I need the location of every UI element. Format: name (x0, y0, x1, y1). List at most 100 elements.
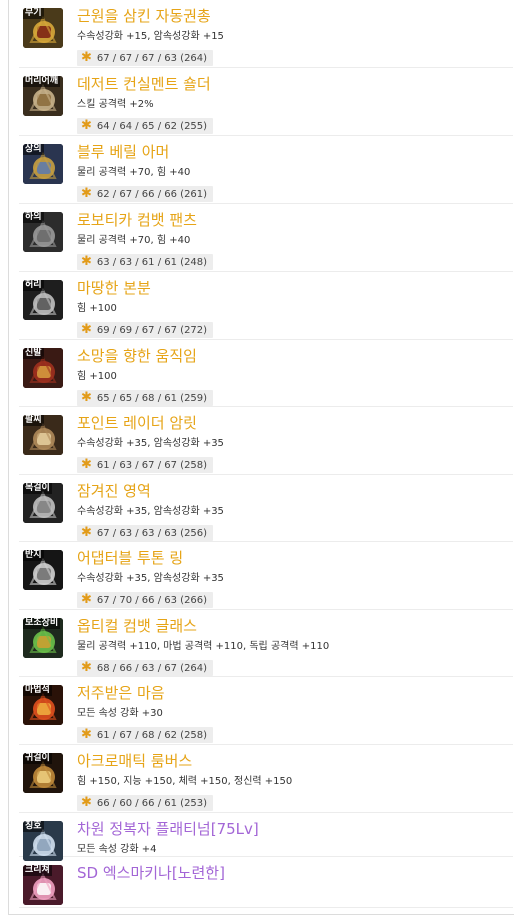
slot-label: 칭호 (23, 821, 44, 832)
earring-icon[interactable]: 귀걸이 (23, 753, 63, 793)
star-icon: ✱ (81, 50, 92, 65)
reinforce-stats-badge: ✱ 68 / 66 / 63 / 67 (264) (77, 660, 214, 676)
reinforce-stats-badge: ✱ 61 / 63 / 67 / 67 (258) (77, 457, 214, 473)
item-name[interactable]: 블루 베릴 아머 (77, 142, 169, 162)
item-options: 물리 공격력 +70, 힘 +40 (77, 235, 191, 246)
equipment-row[interactable]: 팔찌 포인트 레이더 암릿수속성강화 +35, 암속성강화 +35 ✱ 61 / 63… (19, 407, 513, 475)
equipment-row[interactable]: 무기 근원을 삼킨 자동권총수속성강화 +15, 암속성강화 +15 ✱ 67 / 6… (19, 0, 513, 68)
slot-label: 신발 (23, 348, 44, 359)
item-options: 물리 공격력 +110, 마법 공격력 +110, 독립 공격력 +110 (77, 641, 330, 652)
item-name[interactable]: 마땅한 본분 (77, 278, 151, 298)
star-icon: ✱ (81, 795, 92, 810)
slot-label: 크리쳐 (23, 865, 52, 876)
slot-label: 귀걸이 (23, 753, 52, 764)
shoes-icon[interactable]: 신발 (23, 348, 63, 388)
item-options: 힘 +100 (77, 303, 117, 314)
reinforce-stats-badge: ✱ 64 / 64 / 65 / 62 (255) (77, 118, 214, 134)
bracelet-icon[interactable]: 팔찌 (23, 415, 63, 455)
slot-label: 무기 (23, 8, 44, 19)
star-icon: ✱ (81, 118, 92, 133)
item-options: 물리 공격력 +70, 힘 +40 (77, 167, 191, 178)
item-name[interactable]: SD 엑스마키나[노련한] (77, 863, 225, 883)
slot-label: 보조장비 (23, 618, 61, 629)
belt-icon[interactable]: 허리 (23, 280, 63, 320)
slot-label: 마법석 (23, 685, 52, 696)
item-name[interactable]: 데저트 컨실멘트 숄더 (77, 74, 211, 94)
reinforce-stats-badge: ✱ 69 / 69 / 67 / 67 (272) (77, 322, 214, 338)
equipment-row[interactable]: 머리어깨 데저트 컨실멘트 숄더스킬 공격력 +2% ✱ 64 / 64 / 65 /… (19, 68, 513, 136)
reinforce-stats-badge: ✱ 67 / 67 / 67 / 63 (264) (77, 50, 214, 66)
equipment-row[interactable]: 허리 마땅한 본분힘 +100 ✱ 69 / 69 / 67 / 67 (272) (19, 272, 513, 340)
reinforce-stats-badge: ✱ 67 / 70 / 66 / 63 (266) (77, 592, 214, 608)
equipment-row[interactable]: 목걸이 잠겨진 영역 수속성강화 +35, 암속성강화 +35 ✱ 67 / 63 / … (19, 475, 513, 542)
item-name[interactable]: 차원 정복자 플래티넘[75Lv] (77, 819, 259, 839)
slot-label: 반지 (23, 550, 44, 561)
stats-value: 61 / 67 / 68 / 62 (258) (96, 730, 208, 741)
stats-value: 67 / 67 / 67 / 63 (264) (96, 53, 208, 64)
shoulder-icon[interactable]: 머리어깨 (23, 76, 63, 116)
slot-label: 상의 (23, 144, 44, 155)
reinforce-stats-badge: ✱ 61 / 67 / 68 / 62 (258) (77, 727, 214, 743)
equipment-row[interactable]: 보조장비 옵티컬 컴뱃 글래스물리 공격력 +110, 마법 공격력 +110, … (19, 610, 513, 677)
star-icon: ✱ (81, 457, 92, 472)
reinforce-stats-badge: ✱ 66 / 60 / 66 / 61 (253) (77, 795, 214, 811)
item-name[interactable]: 저주받은 마음 (77, 683, 165, 703)
item-name[interactable]: 소망을 향한 움직임 (77, 346, 197, 366)
item-name[interactable]: 포인트 레이더 암릿 (77, 413, 197, 433)
equipment-row[interactable]: 마법석 저주받은 마음모든 속성 강화 +30 ✱ 61 / 67 / 68 / 62… (19, 677, 513, 745)
star-icon: ✱ (81, 322, 92, 337)
top-armor-icon[interactable]: 상의 (23, 144, 63, 184)
slot-label: 허리 (23, 280, 44, 291)
equipment-row[interactable]: 크리쳐 SD 엑스마키나[노련한] (19, 857, 513, 908)
stats-value: 65 / 65 / 68 / 61 (259) (96, 393, 208, 404)
item-name[interactable]: 아크로매틱 룸버스 (77, 751, 192, 771)
reinforce-stats-badge: ✱ 65 / 65 / 68 / 61 (259) (77, 390, 214, 406)
reinforce-stats-badge: ✱ 62 / 67 / 66 / 66 (261) (77, 186, 214, 202)
reinforce-stats-badge: ✱ 63 / 63 / 61 / 61 (248) (77, 254, 214, 270)
magic-stone-icon[interactable]: 마법석 (23, 685, 63, 725)
item-options: 모든 속성 강화 +30 (77, 708, 163, 719)
star-icon: ✱ (81, 186, 92, 201)
item-options: 모든 속성 강화 +4 (77, 844, 157, 855)
stats-value: 66 / 60 / 66 / 61 (253) (96, 798, 208, 809)
item-name[interactable]: 옵티컬 컴뱃 글래스 (77, 616, 197, 636)
item-name[interactable]: 어댑터블 투톤 링 (77, 548, 183, 568)
star-icon: ✱ (81, 525, 92, 540)
equipment-row[interactable]: 반지 어댑터블 투톤 링수속성강화 +35, 암속성강화 +35 ✱ 67 / 70 … (19, 542, 513, 610)
pants-icon[interactable]: 하의 (23, 212, 63, 252)
equipment-panel: 무기 근원을 삼킨 자동권총수속성강화 +15, 암속성강화 +15 ✱ 67 / 6… (8, 0, 514, 915)
weapon-icon[interactable]: 무기 (23, 8, 63, 48)
item-name[interactable]: 근원을 삼킨 자동권총 (77, 6, 211, 26)
equipment-row[interactable]: 칭호 차원 정복자 플래티넘[75Lv] 모든 속성 강화 +4 (19, 813, 513, 861)
equipment-row[interactable]: 귀걸이 아크로매틱 룸버스 힘 +150, 지능 +150, 체력 +150, 정신… (19, 745, 513, 813)
necklace-icon[interactable]: 목걸이 (23, 483, 63, 523)
sub-equipment-icon[interactable]: 보조장비 (23, 618, 63, 658)
stats-value: 64 / 64 / 65 / 62 (255) (96, 121, 208, 132)
item-options: 수속성강화 +15, 암속성강화 +15 (77, 31, 224, 42)
star-icon: ✱ (81, 592, 92, 607)
item-options: 스킬 공격력 +2% (77, 99, 154, 110)
star-icon: ✱ (81, 390, 92, 405)
item-options: 힘 +100 (77, 371, 117, 382)
stats-value: 67 / 70 / 66 / 63 (266) (96, 595, 208, 606)
stats-value: 61 / 63 / 67 / 67 (258) (96, 460, 208, 471)
slot-label: 목걸이 (23, 483, 52, 494)
item-options: 수속성강화 +35, 암속성강화 +35 (77, 573, 224, 584)
slot-label: 하의 (23, 212, 44, 223)
title-icon[interactable]: 칭호 (23, 821, 63, 861)
stats-value: 62 / 67 / 66 / 66 (261) (96, 189, 208, 200)
item-name[interactable]: 잠겨진 영역 (77, 481, 151, 501)
stats-value: 63 / 63 / 61 / 61 (248) (96, 257, 208, 268)
stats-value: 67 / 63 / 63 / 63 (256) (96, 528, 208, 539)
ring-icon[interactable]: 반지 (23, 550, 63, 590)
item-options: 수속성강화 +35, 암속성강화 +35 (77, 438, 224, 449)
star-icon: ✱ (81, 727, 92, 742)
item-name[interactable]: 로보티카 컴뱃 팬츠 (77, 210, 197, 230)
equipment-row[interactable]: 하의 로보티카 컴뱃 팬츠물리 공격력 +70, 힘 +40 ✱ 63 / 63 / … (19, 204, 513, 272)
stats-value: 69 / 69 / 67 / 67 (272) (96, 325, 208, 336)
equipment-row[interactable]: 신발 소망을 향한 움직임힘 +100 ✱ 65 / 65 / 68 / 61 (25… (19, 340, 513, 407)
stats-value: 68 / 66 / 63 / 67 (264) (96, 663, 208, 674)
star-icon: ✱ (81, 660, 92, 675)
equipment-row[interactable]: 상의 블루 베릴 아머물리 공격력 +70, 힘 +40 ✱ 62 / 67 / 66… (19, 136, 513, 204)
creature-icon[interactable]: 크리쳐 (23, 865, 63, 905)
